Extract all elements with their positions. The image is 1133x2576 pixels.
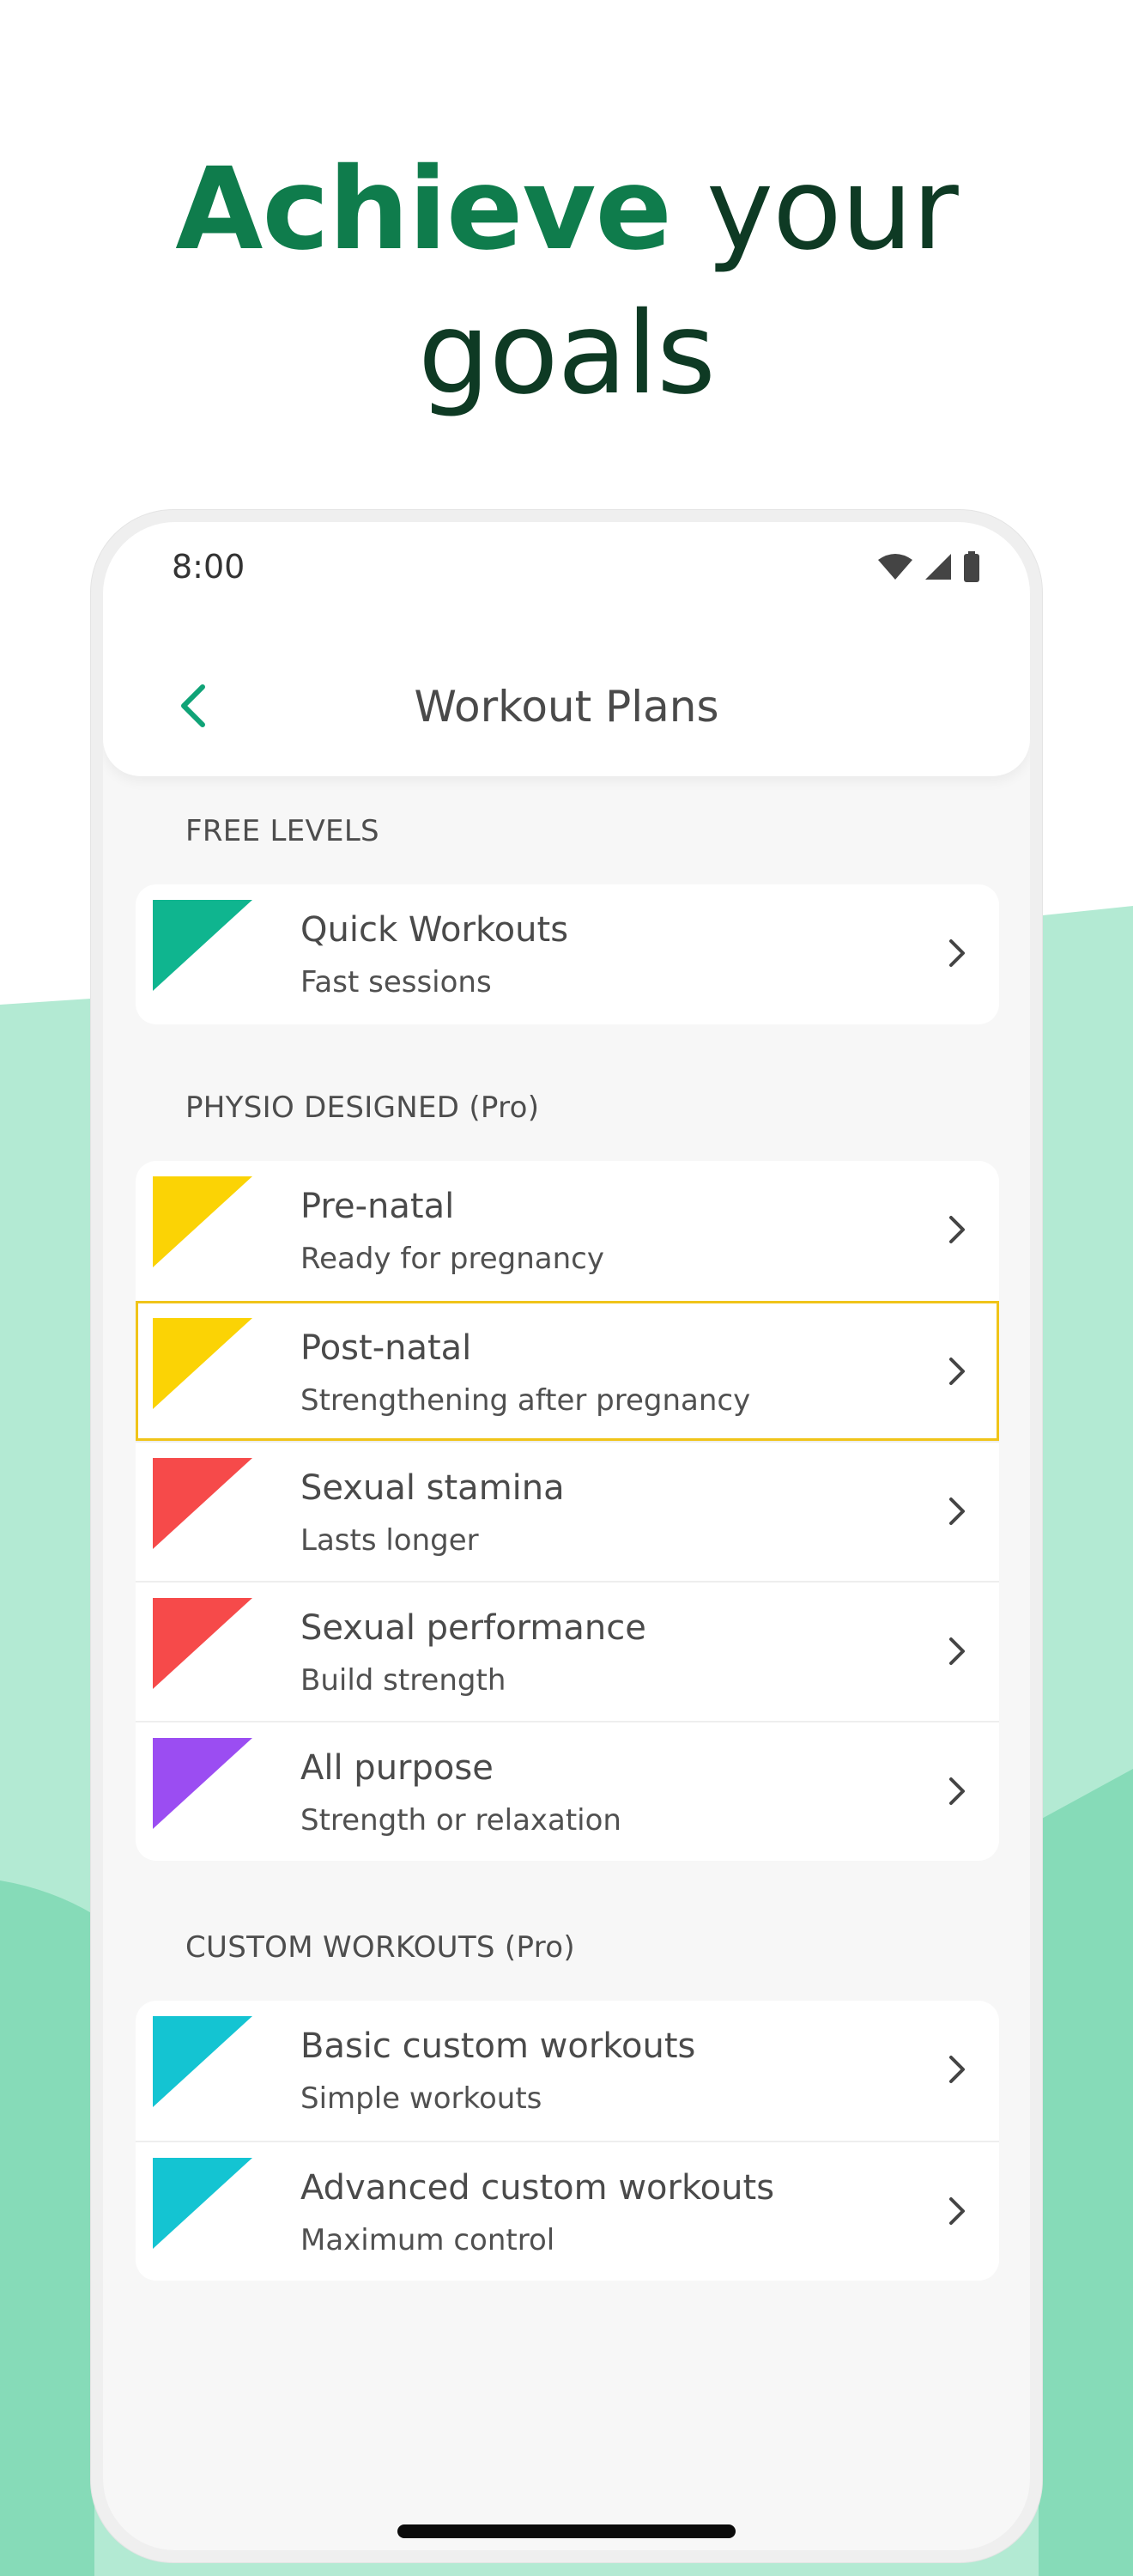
plan-color-flag (153, 1458, 252, 1549)
plan-subtitle: Build strength (300, 1663, 506, 1698)
plan-row-pre-natal[interactable]: Pre-natal Ready for pregnancy (136, 1161, 999, 1301)
chevron-right-icon (949, 1498, 965, 1525)
chevron-right-icon (949, 2197, 965, 2225)
headline-accent-word: Achieve (175, 143, 672, 276)
status-icons (877, 551, 980, 582)
home-indicator (397, 2524, 736, 2538)
plan-title: Sexual stamina (300, 1468, 565, 1508)
plan-subtitle: Maximum control (300, 2223, 555, 2257)
plan-row-all-purpose[interactable]: All purpose Strength or relaxation (136, 1721, 999, 1861)
plan-row-basic-custom-workouts[interactable]: Basic custom workouts Simple workouts (136, 2001, 999, 2141)
plan-row-quick-workouts[interactable]: Quick Workouts Fast sessions (136, 884, 999, 1024)
plan-color-flag (153, 1738, 252, 1829)
plan-color-flag (153, 1318, 252, 1409)
section-header-custom-workouts: CUSTOM WORKOUTS (Pro) (185, 1930, 575, 1965)
plan-color-flag (153, 1598, 252, 1689)
plan-row-sexual-performance[interactable]: Sexual performance Build strength (136, 1581, 999, 1721)
plan-row-sexual-stamina[interactable]: Sexual stamina Lasts longer (136, 1441, 999, 1581)
wifi-icon (878, 554, 912, 580)
plan-color-flag (153, 2016, 252, 2107)
section-card-physio-designed: Pre-natal Ready for pregnancy Post-natal… (136, 1161, 999, 1861)
plan-title: Pre-natal (300, 1187, 455, 1226)
plan-title: Advanced custom workouts (300, 2168, 775, 2208)
chevron-right-icon (949, 1777, 965, 1805)
headline-line-2: goals (418, 288, 716, 420)
plan-subtitle: Fast sessions (300, 965, 492, 999)
app-bar: 8:00 Workout Plans (103, 522, 1030, 776)
headline-word-your: your (706, 143, 959, 276)
plan-subtitle: Strength or relaxation (300, 1803, 621, 1838)
plan-color-flag (153, 900, 252, 991)
plan-title: Quick Workouts (300, 910, 569, 950)
section-header-physio-designed: PHYSIO DESIGNED (Pro) (185, 1091, 540, 1125)
headline-line-1: Achieve your (0, 137, 1133, 282)
chevron-right-icon (949, 939, 965, 967)
plan-color-flag (153, 2158, 252, 2249)
battery-icon (964, 551, 979, 582)
phone-screen: 8:00 Workout Plans FREE LEVELS Quick Wor… (103, 522, 1030, 2550)
signal-icon (925, 554, 951, 580)
plan-title: All purpose (300, 1748, 494, 1788)
plan-title: Sexual performance (300, 1608, 646, 1648)
plan-row-advanced-custom-workouts[interactable]: Advanced custom workouts Maximum control (136, 2141, 999, 2281)
plan-row-post-natal[interactable]: Post-natal Strengthening after pregnancy (136, 1301, 999, 1441)
status-time: 8:00 (172, 548, 245, 586)
phone-frame: 8:00 Workout Plans FREE LEVELS Quick Wor… (91, 510, 1042, 2562)
plan-subtitle: Strengthening after pregnancy (300, 1383, 751, 1418)
plan-color-flag (153, 1176, 252, 1267)
section-card-custom-workouts: Basic custom workouts Simple workouts Ad… (136, 2001, 999, 2281)
chevron-right-icon (949, 2056, 965, 2083)
plan-subtitle: Ready for pregnancy (300, 1242, 604, 1276)
screen-title: Workout Plans (414, 682, 719, 732)
chevron-right-icon (949, 1358, 965, 1385)
section-card-free-levels: Quick Workouts Fast sessions (136, 884, 999, 1024)
plan-subtitle: Simple workouts (300, 2081, 542, 2116)
chevron-right-icon (949, 1216, 965, 1243)
section-header-free-levels: FREE LEVELS (185, 814, 379, 848)
plan-title: Basic custom workouts (300, 2026, 696, 2066)
plan-subtitle: Lasts longer (300, 1523, 479, 1558)
chevron-right-icon (949, 1637, 965, 1665)
plan-title: Post-natal (300, 1328, 472, 1368)
hero-headline: Achieve your goals (0, 137, 1133, 426)
